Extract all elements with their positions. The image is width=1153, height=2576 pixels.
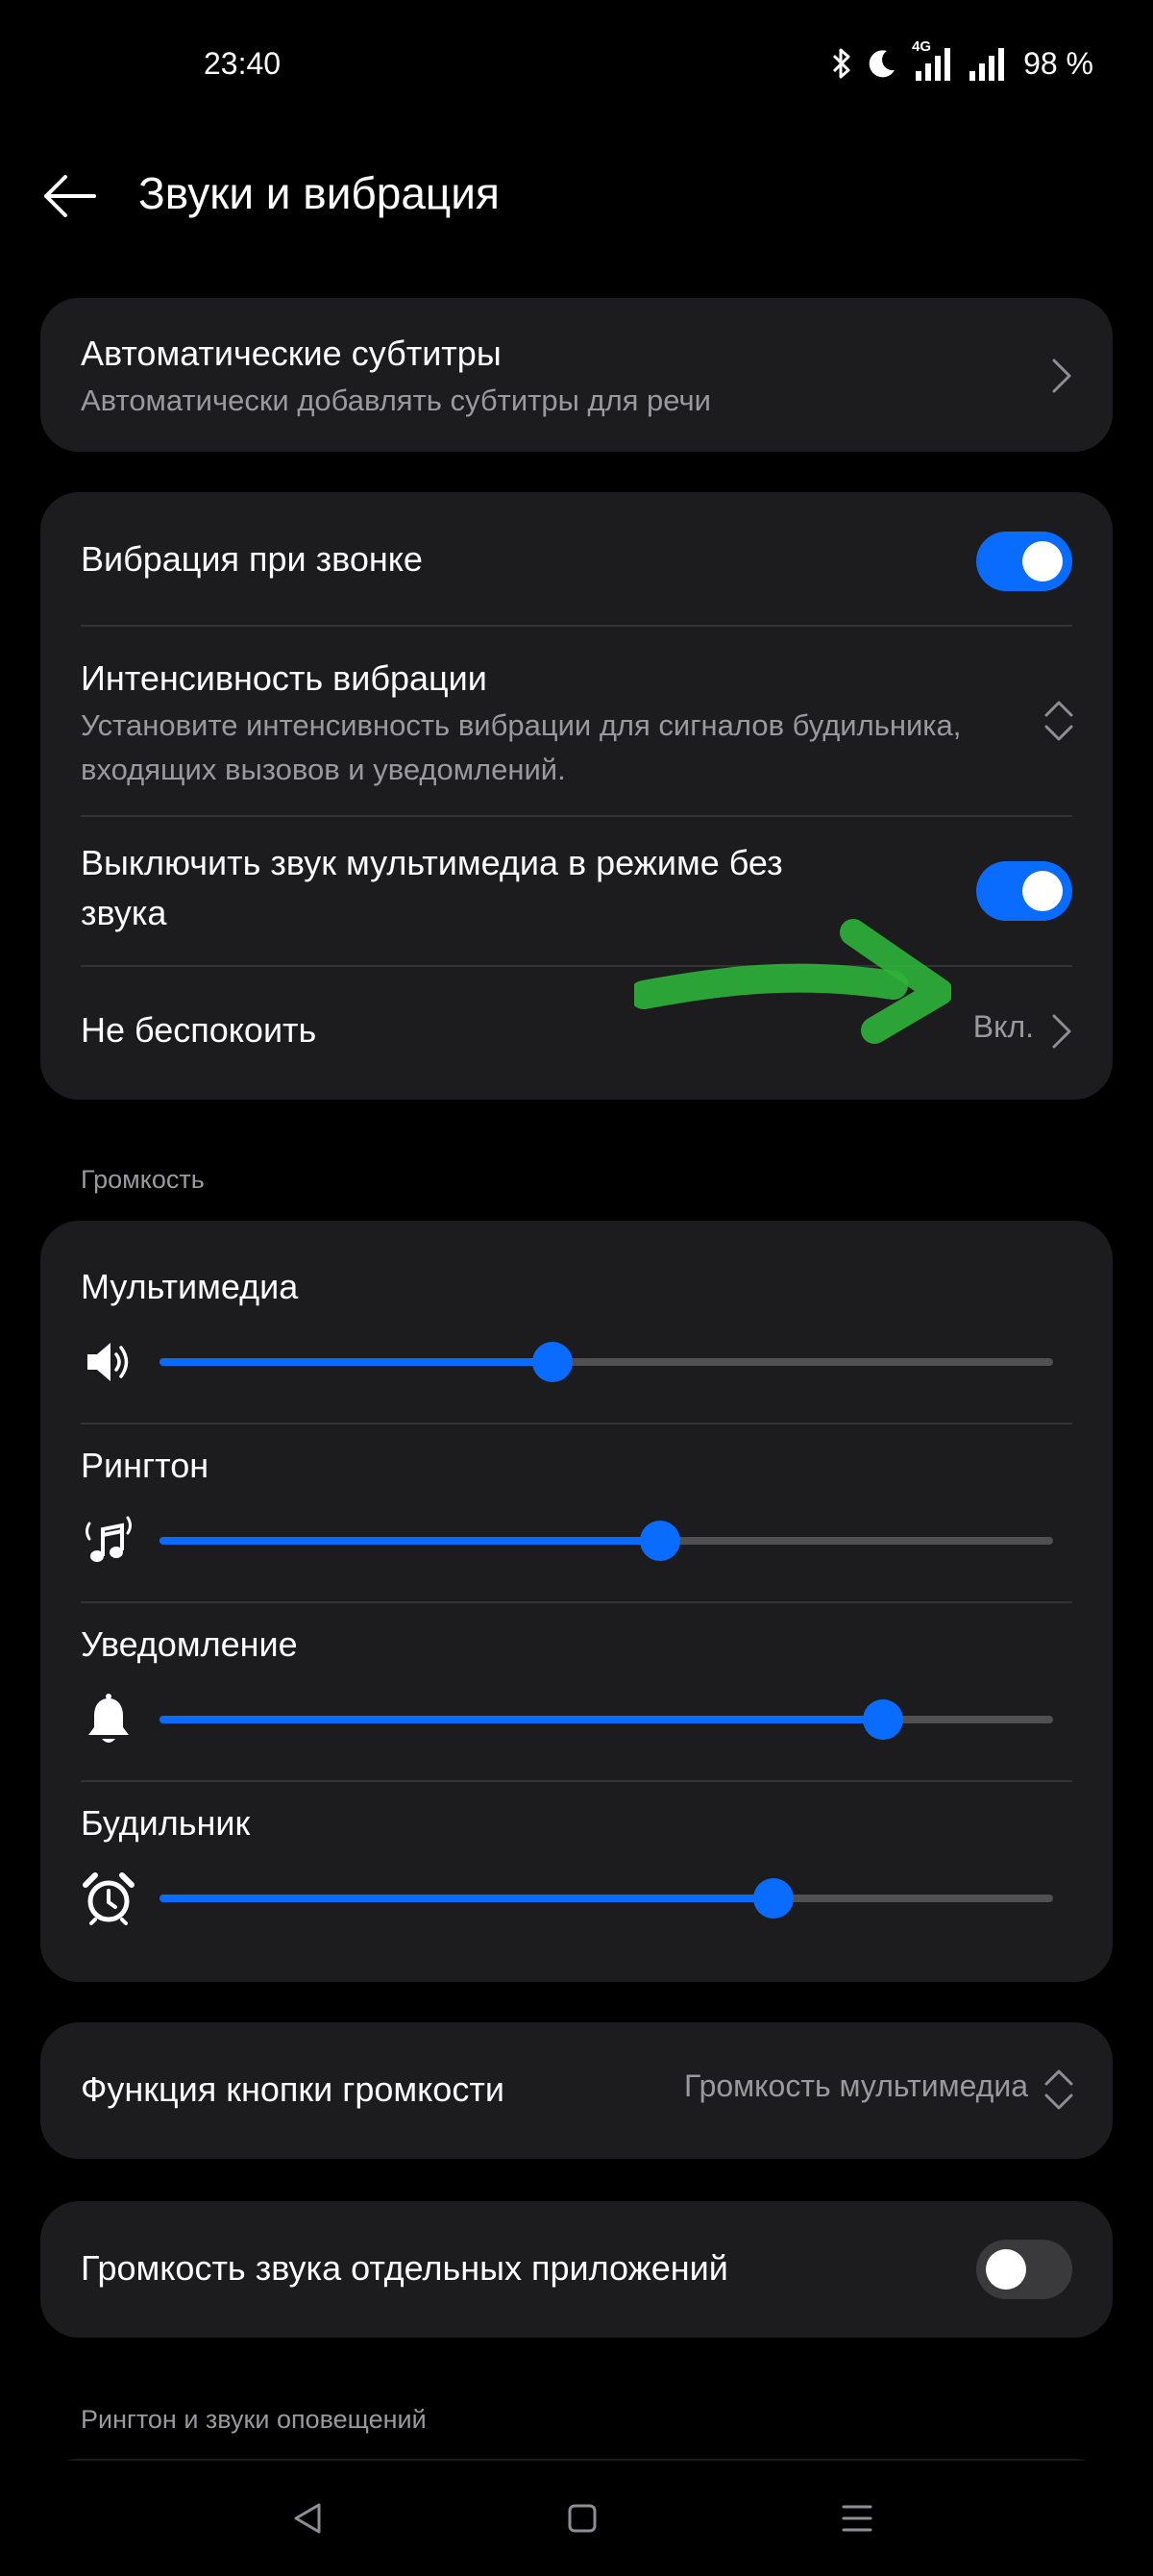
slider-fill bbox=[159, 1358, 553, 1366]
slider-thumb[interactable] bbox=[752, 1878, 794, 1919]
vibration-card: Вибрация при звонке Интенсивность вибрац… bbox=[40, 492, 1113, 1100]
page-title: Звуки и вибрация bbox=[138, 168, 500, 218]
ringtone-volume-slider[interactable] bbox=[159, 1521, 1053, 1561]
mute-media-silent-title-1: Выключить звук мультимедиа в режиме без bbox=[81, 843, 783, 882]
media-volume-label: Мультимедиа bbox=[81, 1267, 299, 1306]
slider-block-alarm: Будильник bbox=[40, 1757, 1113, 1936]
status-icons: 4G 98 % bbox=[831, 38, 1093, 83]
slider-block-media: Мультимедиа bbox=[40, 1221, 1113, 1399]
arrow-left-icon bbox=[44, 175, 96, 217]
mute-media-silent-toggle[interactable] bbox=[976, 861, 1072, 921]
ringtone-volume-label: Рингтон bbox=[81, 1446, 209, 1485]
auto-subtitles-subtitle: Автоматически добавлять субтитры для реч… bbox=[81, 384, 711, 417]
vibrate-on-call-toggle[interactable] bbox=[976, 532, 1072, 591]
back-triangle-icon[interactable] bbox=[271, 2482, 344, 2555]
slider-fill bbox=[159, 1716, 884, 1723]
back-button[interactable] bbox=[38, 171, 100, 221]
toggle-knob bbox=[1022, 871, 1063, 911]
vibrate-on-call-row[interactable]: Вибрация при звонке bbox=[40, 492, 1113, 627]
app-volume-card[interactable]: Громкость звука отдельных приложений bbox=[40, 2201, 1113, 2338]
vibration-intensity-row[interactable]: Интенсивность вибрации Установите интенс… bbox=[40, 627, 1113, 817]
slider-block-ringtone: Рингтон bbox=[40, 1399, 1113, 1578]
moon-icon bbox=[866, 47, 898, 80]
toggle-knob bbox=[1022, 541, 1063, 582]
vibrate-on-call-title: Вибрация при звонке bbox=[81, 539, 423, 579]
status-time: 23:40 bbox=[204, 46, 282, 81]
speaker-icon[interactable] bbox=[81, 1334, 136, 1390]
slider-thumb[interactable] bbox=[863, 1699, 904, 1740]
header: Звуки и вибрация bbox=[0, 154, 1153, 238]
status-bar: 23:40 4G 98 % bbox=[0, 0, 1153, 135]
app-volume-title: Громкость звука отдельных приложений bbox=[81, 2248, 728, 2288]
chevron-right-icon bbox=[1052, 359, 1071, 393]
slider-thumb[interactable] bbox=[639, 1521, 680, 1561]
up-down-chevron-icon bbox=[1044, 2069, 1073, 2110]
home-square-icon[interactable] bbox=[546, 2482, 619, 2555]
alarm-clock-icon[interactable] bbox=[81, 1870, 136, 1926]
bell-icon[interactable] bbox=[81, 1692, 136, 1747]
slider-block-notification: Уведомление bbox=[40, 1578, 1113, 1757]
vibration-intensity-subtitle-1: Установите интенсивность вибрации для си… bbox=[81, 708, 962, 742]
do-not-disturb-value: Вкл. bbox=[972, 1009, 1034, 1044]
slider-fill bbox=[159, 1537, 660, 1545]
notification-volume-label: Уведомление bbox=[81, 1624, 298, 1664]
do-not-disturb-row[interactable]: Не беспокоить Вкл. bbox=[40, 967, 1113, 1100]
vibration-intensity-subtitle-2: входящих вызовов и уведомлений. bbox=[81, 753, 566, 786]
slider-fill bbox=[159, 1895, 773, 1902]
app-volume-toggle[interactable] bbox=[976, 2240, 1072, 2299]
annotation-arrow-icon bbox=[634, 919, 951, 1044]
chevron-right-icon bbox=[1052, 1014, 1071, 1049]
auto-subtitles-title: Автоматические субтитры bbox=[81, 334, 502, 373]
notification-volume-slider[interactable] bbox=[159, 1699, 1053, 1740]
bluetooth-icon bbox=[831, 47, 852, 80]
auto-subtitles-card[interactable]: Автоматические субтитры Автоматически до… bbox=[40, 298, 1113, 452]
alarm-volume-slider[interactable] bbox=[159, 1878, 1053, 1919]
media-volume-slider[interactable] bbox=[159, 1342, 1053, 1382]
volume-button-value: Громкость мультимедиа bbox=[684, 2068, 1028, 2103]
ringtone-section-label: Рингтон и звуки оповещений bbox=[81, 2405, 427, 2434]
mute-media-silent-row[interactable]: Выключить звук мультимедиа в режиме без … bbox=[40, 817, 1113, 965]
signal-4g-icon: 4G bbox=[912, 38, 954, 83]
navigation-bar bbox=[0, 2461, 1153, 2576]
battery-level: 98 % bbox=[1023, 45, 1093, 81]
alarm-volume-label: Будильник bbox=[81, 1803, 251, 1843]
volume-card: Мультимедиа Рингтон Уведомление Будильни… bbox=[40, 1221, 1113, 1982]
toggle-knob bbox=[986, 2249, 1026, 2290]
up-down-chevron-icon bbox=[1044, 701, 1073, 741]
vibration-intensity-title: Интенсивность вибрации bbox=[81, 658, 487, 698]
ringtone-music-icon[interactable] bbox=[81, 1513, 136, 1569]
slider-thumb[interactable] bbox=[532, 1342, 574, 1382]
signal-icon bbox=[968, 46, 1006, 81]
menu-lines-icon[interactable] bbox=[821, 2482, 894, 2555]
volume-button-card[interactable]: Функция кнопки громкости Громкость мульт… bbox=[40, 2022, 1113, 2159]
volume-section-label: Громкость bbox=[81, 1165, 205, 1194]
